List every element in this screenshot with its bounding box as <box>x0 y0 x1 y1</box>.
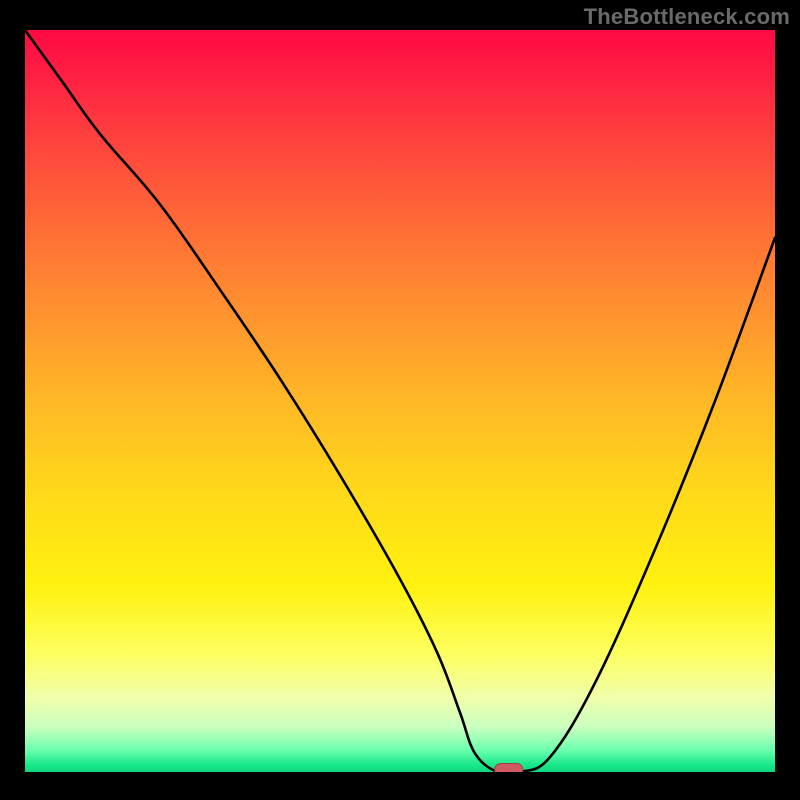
bottleneck-curve <box>25 30 775 772</box>
watermark-text: TheBottleneck.com <box>584 4 790 30</box>
curve-path <box>25 30 775 772</box>
optimum-marker <box>495 764 523 773</box>
chart-frame: TheBottleneck.com <box>0 0 800 800</box>
plot-area <box>25 30 775 772</box>
